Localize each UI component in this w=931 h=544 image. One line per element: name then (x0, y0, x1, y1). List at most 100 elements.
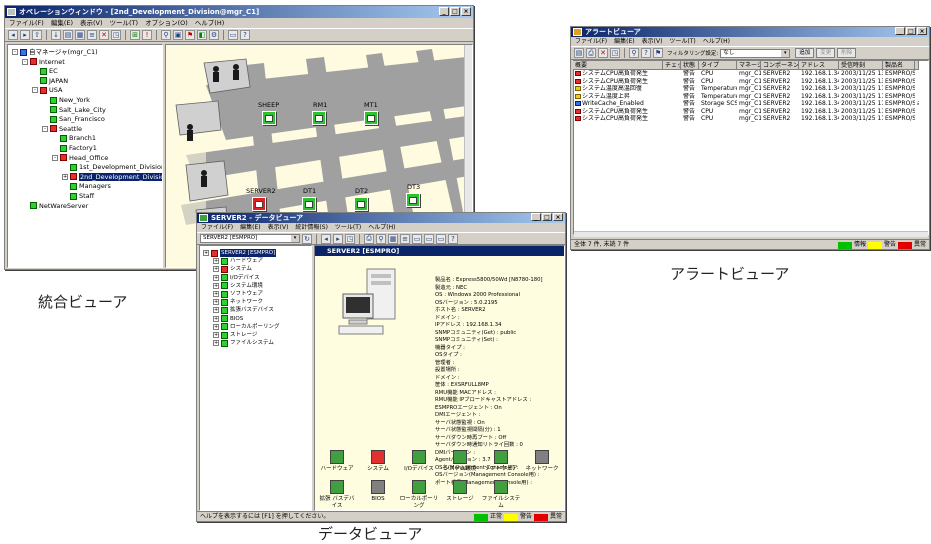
tree-expander[interactable]: + (213, 282, 219, 289)
menu-item[interactable]: ツール(T) (110, 18, 139, 28)
alert-help-icon[interactable]: ? (641, 48, 651, 58)
tree-expander[interactable]: + (213, 274, 219, 281)
alert-find-icon[interactable]: ⚲ (629, 48, 639, 58)
tree-item[interactable]: - Seattle (42, 125, 82, 133)
dv-tree-item[interactable]: + BIOS (213, 315, 243, 323)
menu-item[interactable]: ツール(T) (669, 37, 695, 46)
menu-item[interactable]: ヘルプ(H) (703, 37, 730, 46)
dv-window3-icon[interactable]: ▭ (436, 233, 446, 244)
delete-icon[interactable]: ✕ (99, 30, 109, 40)
tree-item[interactable]: - USA (32, 86, 62, 94)
dv-forward-icon[interactable]: ▸ (333, 233, 343, 244)
dv-back-icon[interactable]: ◂ (321, 233, 331, 244)
tree-expander[interactable]: + (213, 299, 219, 306)
tree-item[interactable]: Staff (62, 192, 94, 200)
category-shortcut[interactable]: ストレージ (440, 480, 480, 503)
table-row[interactable]: システムCPU高負荷発生 警告 CPU mgr_C1 SERVER2 192.168.1.… (573, 78, 919, 86)
map-icon[interactable]: ▣ (173, 30, 183, 40)
tree-item[interactable]: 1st_Development_Division (62, 163, 162, 171)
table-row[interactable]: システムCPU高負荷発生 警告 CPU mgr_C1 SERVER2 192.168.1.… (573, 115, 919, 123)
dv-tree-item[interactable]: + ネットワーク (213, 298, 263, 306)
alert-filter-icon[interactable]: ⚑ (653, 48, 663, 58)
alert-maximize-button[interactable]: □ (906, 27, 916, 35)
dv-view-icon[interactable]: ▦ (388, 233, 398, 244)
tree-expander[interactable]: + (213, 307, 219, 314)
filter-delete-button[interactable]: 削除 (837, 48, 857, 58)
dv-refresh-icon[interactable]: ↻ (302, 233, 312, 244)
find-icon[interactable]: ⚲ (161, 30, 171, 40)
category-shortcut[interactable]: BIOS (358, 480, 398, 503)
server-combo[interactable]: SERVER2 [ESMPRO] ▾ (200, 234, 300, 243)
alert-props-icon[interactable]: ◳ (610, 48, 620, 58)
tree-expander[interactable]: + (203, 250, 209, 256)
tree-expander[interactable]: + (213, 323, 219, 330)
settings-icon[interactable]: ⚙ (209, 30, 219, 40)
properties-icon[interactable]: ◳ (111, 30, 121, 40)
table-row[interactable]: システム温度高温回復 警告 Temperature mgr_C1 SERVER2 192.… (573, 85, 919, 93)
tree-item[interactable]: +2nd_Development_Division (62, 172, 162, 181)
menu-item[interactable]: 表示(V) (642, 37, 663, 46)
tree-item[interactable]: Branch1 (52, 134, 96, 142)
dv-tree-item[interactable]: + I/Oデバイス (213, 274, 260, 282)
dv-window2-icon[interactable]: ▭ (424, 233, 434, 244)
integrated-viewer-titlebar[interactable]: オペレーションウィンドウ - [2nd_Development_Division… (5, 6, 473, 18)
menu-item[interactable]: 編集(E) (614, 37, 634, 46)
map-node-rm1[interactable] (312, 111, 326, 125)
menu-item[interactable]: ファイル(F) (9, 18, 44, 28)
tree-icon[interactable]: ⊞ (130, 30, 140, 40)
menu-item[interactable]: ヘルプ(H) (368, 223, 395, 232)
category-shortcut[interactable]: ネットワーク (522, 450, 562, 473)
filter-combo[interactable]: なし ▾ (720, 48, 791, 58)
minimize-button[interactable]: _ (439, 7, 449, 16)
category-shortcut[interactable]: ソフトウェア (481, 450, 521, 473)
list-icon[interactable]: ≡ (87, 30, 97, 40)
table-row[interactable]: システムCPU高負荷発生 警告 CPU mgr_C1 SERVER2 192.168.1.… (573, 70, 919, 78)
map-node-sheep[interactable] (262, 111, 276, 125)
window-icon[interactable]: ▭ (228, 30, 238, 40)
menu-item[interactable]: 表示(V) (80, 18, 103, 28)
menu-item[interactable]: 統計情報(S) (295, 223, 328, 232)
category-shortcut[interactable]: 拡張 バスデバイス (317, 480, 357, 510)
tree-expander[interactable]: - (42, 125, 48, 132)
tree-item[interactable]: EC (32, 67, 58, 75)
tree-item[interactable]: - 自マネージャ(mgr_C1) (12, 48, 98, 56)
tree-expander[interactable]: + (213, 291, 219, 297)
dv-tree-item[interactable]: + ソフトウェア (213, 290, 263, 298)
data-close-button[interactable]: × (553, 213, 563, 221)
alert-viewer-icon[interactable]: ⚑ (185, 30, 195, 40)
dv-tree-item[interactable]: + ハードウェア (213, 257, 263, 265)
column-header[interactable]: チェック (663, 61, 681, 69)
filter-edit-button[interactable]: 変更 (816, 48, 836, 58)
dv-tree-item[interactable]: + システム (213, 265, 252, 273)
category-shortcut[interactable]: システム (358, 450, 398, 473)
map-node-server2[interactable] (252, 197, 266, 211)
close-button[interactable]: × (461, 7, 471, 16)
data-viewer-icon[interactable]: ◧ (197, 30, 207, 40)
table-row[interactable]: システムCPU高負荷発生 警告 CPU mgr_C1 SERVER2 192.168.1.… (573, 108, 919, 116)
filter-add-button[interactable]: 追加 (795, 48, 815, 58)
data-maximize-button[interactable]: □ (542, 213, 552, 221)
map-node-dt3[interactable] (406, 193, 420, 207)
data-viewer-titlebar[interactable]: SERVER2 - データビューア _ □ × (197, 213, 565, 223)
dv-props-icon[interactable]: ◳ (345, 233, 355, 244)
column-header[interactable]: タイプ (699, 61, 737, 69)
menu-item[interactable]: ファイル(F) (201, 223, 233, 232)
up-folder-icon[interactable]: ⇧ (32, 30, 42, 40)
category-shortcut[interactable]: ハードウェア (317, 450, 357, 473)
column-header[interactable]: アドレス (799, 61, 839, 69)
forward-icon[interactable]: ▸ (20, 30, 30, 40)
column-header[interactable]: ソース (915, 61, 919, 69)
tree-expander[interactable]: - (12, 49, 18, 55)
tree-expander[interactable]: - (32, 87, 38, 94)
grid-icon[interactable]: ▦ (75, 30, 85, 40)
help-icon[interactable]: ? (240, 30, 250, 40)
tree-item[interactable]: NetWareServer (22, 202, 88, 210)
tree-expander[interactable]: + (213, 340, 219, 347)
dv-print-icon[interactable]: ⎙ (364, 233, 374, 244)
dv-tree-item[interactable]: + ファイルシステム (213, 339, 274, 347)
menu-item[interactable]: ファイル(F) (575, 37, 607, 46)
tree-item[interactable]: San_Francisco (42, 115, 105, 123)
alert-close-button[interactable]: × (917, 27, 927, 35)
table-row[interactable]: システム温度上昇 警告 Temperature mgr_C1 SERVER2 192.16… (573, 93, 919, 101)
dv-help-icon[interactable]: ? (448, 233, 458, 244)
